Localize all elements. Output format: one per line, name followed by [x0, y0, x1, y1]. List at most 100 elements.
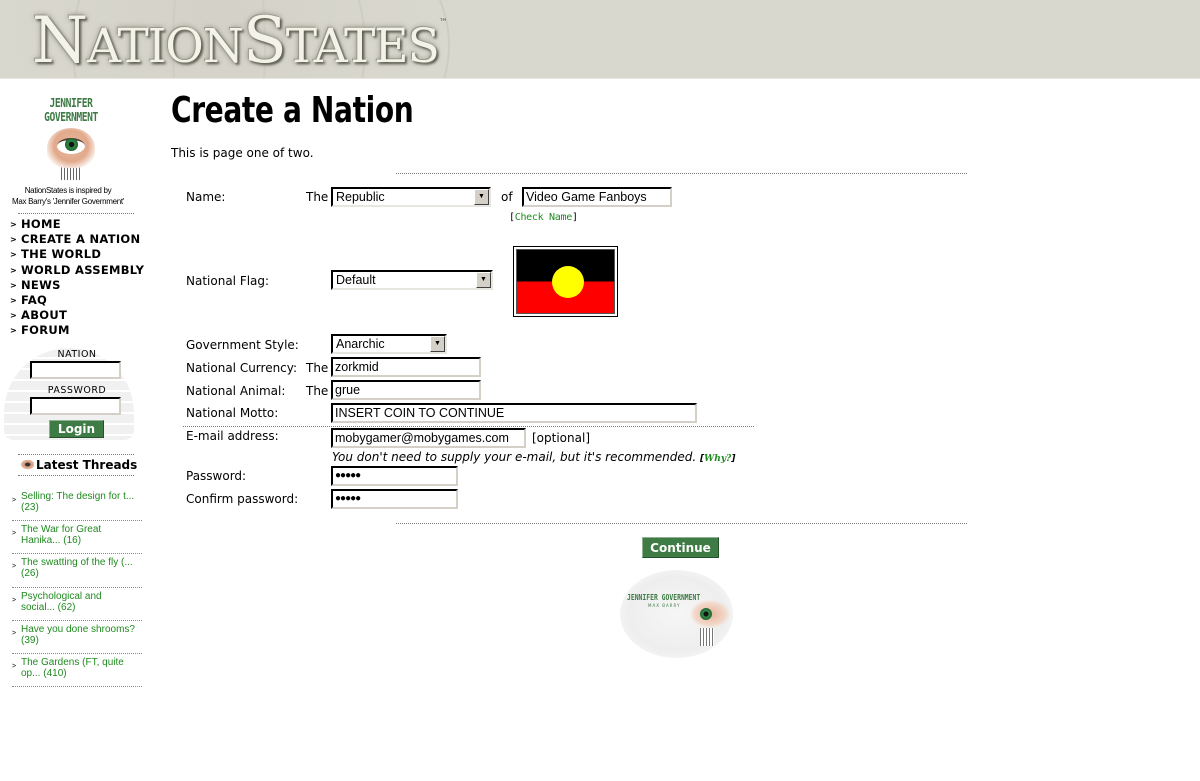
chevron-right-icon: >	[10, 311, 18, 321]
chevron-right-icon: >	[12, 497, 17, 504]
thread-title: Psychological and	[21, 590, 102, 602]
email-hint: You don't need to supply your e-mail, bu…	[332, 450, 735, 464]
nav-item-about[interactable]: > ABOUT	[10, 308, 144, 323]
chevron-right-icon: >	[12, 662, 17, 670]
motto-label: National Motto:	[186, 406, 279, 420]
animal-input[interactable]: grue	[331, 380, 481, 400]
nav-item-news[interactable]: > NEWS	[10, 278, 144, 293]
nav-label: HOME	[21, 217, 61, 231]
flag-image	[516, 249, 615, 314]
inspired-by-note: NationStates is inspired by Max Barry's …	[0, 185, 136, 207]
flag-label: National Flag:	[186, 274, 270, 288]
nav-item-the-world[interactable]: > THE WORLD	[10, 247, 144, 262]
eye-icon	[47, 128, 95, 168]
nav-label: THE WORLD	[21, 247, 102, 262]
confirm-password-label: Confirm password:	[186, 492, 299, 506]
nav-item-create-a-nation[interactable]: > CREATE A NATION	[10, 232, 144, 247]
dropdown-arrow-icon[interactable]: ▼	[430, 336, 445, 352]
nav-item-faq[interactable]: > FAQ	[10, 293, 144, 308]
password-label: Password:	[186, 469, 247, 483]
logo-text: ATION	[87, 19, 244, 74]
thread-link[interactable]: > The Gardens (FT, quite op... (410)	[12, 654, 142, 688]
government-style-label: Government Style:	[186, 338, 299, 352]
nav-item-home[interactable]: > HOME	[10, 217, 144, 232]
eye-icon	[690, 600, 730, 628]
footer-logo-author: MAX BARRY	[648, 603, 681, 608]
pretitle-value: Republic	[336, 190, 385, 204]
chevron-right-icon: >	[10, 295, 18, 305]
divider	[18, 475, 134, 476]
login-button[interactable]: Login	[49, 420, 104, 438]
nationstates-logo[interactable]: NATIONSTATES™	[32, 4, 448, 78]
footer-logo-title: JENNIFER GOVERNMENT	[627, 593, 701, 602]
currency-label: National Currency:	[186, 361, 298, 375]
government-style-value: Anarchic	[336, 337, 385, 351]
currency-input[interactable]: zorkmid	[331, 357, 481, 377]
name-of-text: of	[501, 190, 513, 204]
animal-prefix: The	[306, 384, 329, 398]
inspired-line: Max Barry's 'Jennifer Government'	[11, 197, 125, 206]
name-label: Name:	[186, 190, 226, 204]
eye-icon	[20, 459, 34, 470]
check-name-link-wrapper: [Check Name]	[509, 212, 578, 223]
jg-logo-text: GOVERNMENT	[44, 110, 98, 124]
thread-count: (26)	[21, 568, 39, 580]
nav-item-world-assembly[interactable]: > WORLD ASSEMBLY	[10, 263, 144, 278]
latest-threads-heading: Latest Threads	[20, 458, 137, 472]
email-input[interactable]: mobygamer@mobygames.com	[331, 428, 526, 448]
divider	[18, 213, 134, 214]
email-optional-note: [optional]	[532, 431, 590, 445]
chevron-right-icon: >	[10, 326, 18, 336]
chevron-right-icon: >	[10, 265, 18, 275]
nav-item-forum[interactable]: > FORUM	[10, 323, 144, 338]
divider	[396, 523, 967, 524]
thread-title: Selling: The design for t...	[21, 491, 135, 502]
check-name-link[interactable]: Check Name	[515, 212, 573, 223]
thread-count: op... (410)	[21, 667, 67, 679]
motto-input[interactable]: INSERT COIN TO CONTINUE	[331, 403, 697, 423]
chevron-right-icon: >	[12, 530, 17, 538]
nav-label: WORLD ASSEMBLY	[21, 262, 145, 277]
nav-label: CREATE A NATION	[21, 232, 141, 247]
thread-count: Hanika... (16)	[21, 535, 82, 547]
thread-link[interactable]: > The swatting of the fly (... (26)	[12, 554, 142, 588]
thread-link[interactable]: > Psychological and social... (62)	[12, 588, 142, 621]
page-subtitle: This is page one of two.	[171, 146, 314, 160]
continue-button[interactable]: Continue	[642, 537, 719, 558]
thread-count: social... (62)	[21, 601, 76, 613]
thread-title: The War for Great	[21, 524, 102, 536]
main-nav: > HOME > CREATE A NATION > THE WORLD > WORLD…	[10, 217, 144, 339]
chevron-right-icon: >	[12, 629, 17, 637]
confirm-password-input[interactable]: ●●●●●	[331, 489, 458, 509]
nav-label: NEWS	[21, 277, 61, 292]
name-prefix: The	[306, 190, 329, 204]
pretitle-select[interactable]: Republic ▼	[331, 187, 491, 207]
dropdown-arrow-icon[interactable]: ▼	[476, 272, 491, 288]
divider	[396, 173, 967, 174]
password-input[interactable]	[30, 397, 121, 415]
thread-link[interactable]: > Selling: The design for t... (23)	[12, 488, 142, 522]
government-style-select[interactable]: Anarchic ▼	[331, 334, 447, 354]
flag-preview	[513, 246, 618, 317]
password-input[interactable]: ●●●●●	[331, 466, 458, 486]
nation-label: NATION	[57, 349, 97, 360]
flag-sun	[552, 266, 584, 298]
thread-count: (39)	[21, 634, 39, 646]
logo-text: S	[242, 4, 287, 78]
thread-link[interactable]: > The War for Great Hanika... (16)	[12, 521, 142, 555]
latest-threads-title: Latest Threads	[36, 458, 138, 472]
email-label: E-mail address:	[186, 429, 279, 443]
chevron-right-icon: >	[10, 220, 18, 229]
thread-title: The swatting of the fly (...	[21, 557, 133, 569]
jennifer-government-footer-logo[interactable]: JENNIFER GOVERNMENT MAX BARRY	[620, 570, 733, 658]
bracket: ]	[731, 454, 736, 464]
password-label: PASSWORD	[47, 385, 107, 396]
flag-select[interactable]: Default ▼	[331, 270, 493, 290]
jennifer-government-logo[interactable]: JENNIFER GOVERNMENT	[30, 96, 112, 186]
thread-link[interactable]: > Have you done shrooms? (39)	[12, 621, 142, 654]
why-link[interactable]: Why?	[704, 454, 731, 464]
dropdown-arrow-icon[interactable]: ▼	[474, 189, 489, 205]
nation-name-input[interactable]: Video Game Fanboys	[522, 187, 672, 207]
nation-input[interactable]	[30, 361, 121, 379]
thread-count: (23)	[21, 502, 39, 513]
